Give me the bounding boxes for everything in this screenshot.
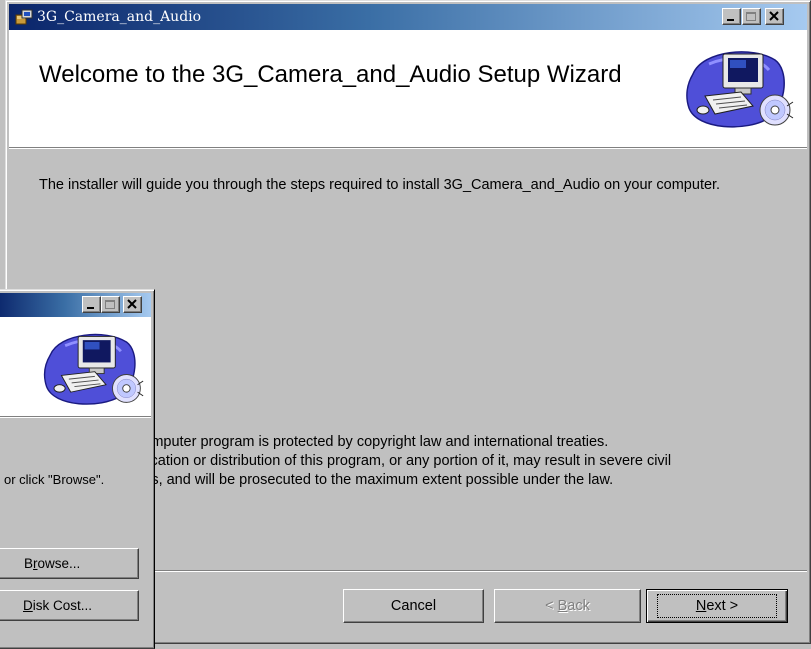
- background-maximize-button[interactable]: [101, 296, 120, 313]
- browse-button[interactable]: Browse...: [0, 548, 139, 579]
- background-minimize-button[interactable]: [82, 296, 101, 313]
- cancel-label: Cancel: [390, 598, 437, 614]
- background-title-bar[interactable]: [0, 293, 151, 317]
- computer-cd-icon: [43, 333, 144, 405]
- maximize-icon: [746, 12, 756, 21]
- maximize-button[interactable]: [742, 8, 761, 25]
- minimize-icon: [727, 19, 734, 21]
- page-title: Welcome to the 3G_Camera_and_Audio Setup…: [39, 61, 622, 88]
- close-icon: [769, 11, 779, 21]
- next-button[interactable]: Next >: [646, 589, 788, 623]
- browse-label: Browse...: [24, 556, 81, 571]
- installer-app-icon: [15, 9, 33, 25]
- intro-text: The installer will guide you through the…: [39, 177, 721, 193]
- window-title: 3G_Camera_and_Audio: [37, 9, 202, 25]
- browse-instruction: or click "Browse".: [4, 472, 105, 487]
- copyright-notice: computer program is protected by copyrig…: [136, 433, 796, 490]
- close-button[interactable]: [765, 8, 784, 25]
- close-icon: [127, 299, 137, 309]
- wizard-banner: Welcome to the 3G_Camera_and_Audio Setup…: [9, 30, 807, 148]
- next-label: Next >: [656, 594, 778, 618]
- minimize-icon: [87, 307, 94, 309]
- maximize-icon: [105, 300, 115, 309]
- background-close-button[interactable]: [123, 296, 142, 313]
- computer-cd-icon: [686, 51, 794, 128]
- disk-cost-label: Disk Cost...: [23, 598, 93, 613]
- background-banner: [0, 317, 151, 417]
- copyright-line: ties, and will be prosecuted to the maxi…: [136, 472, 614, 488]
- disk-cost-button[interactable]: Disk Cost...: [0, 590, 139, 621]
- back-button[interactable]: < Back: [494, 589, 641, 623]
- copyright-line: computer program is protected by copyrig…: [136, 434, 609, 450]
- cancel-button[interactable]: Cancel: [343, 589, 484, 623]
- copyright-line: plication or distribution of this progra…: [136, 453, 672, 469]
- back-label: < Back: [545, 598, 590, 614]
- minimize-button[interactable]: [722, 8, 741, 25]
- background-setup-window: or click "Browse". Browse... Disk Cost..…: [0, 289, 155, 649]
- title-bar[interactable]: 3G_Camera_and_Audio: [9, 4, 807, 30]
